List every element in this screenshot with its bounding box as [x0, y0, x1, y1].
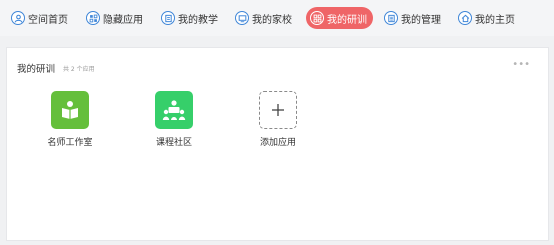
app-label: 课程社区 — [155, 138, 192, 148]
app-course-community[interactable]: 课程社区 — [142, 91, 206, 148]
person-icon — [11, 11, 25, 25]
grid-icon — [310, 11, 324, 25]
plus-icon — [259, 91, 297, 129]
monitor-icon — [235, 11, 249, 25]
panel-title: 我的研训 — [17, 64, 56, 75]
nav-item-label: 我的家校 — [252, 14, 292, 26]
teaching-icon — [161, 11, 175, 25]
nav-item-label: 隐藏应用 — [103, 14, 143, 26]
nav-item-my-teaching[interactable]: 我的教学 — [161, 7, 218, 29]
nav-item-hidden-apps[interactable]: 隐藏应用 — [86, 7, 143, 29]
nav-item-label: 我的管理 — [401, 14, 441, 26]
add-app-button[interactable]: 添加应用 — [246, 91, 310, 148]
home-icon — [458, 11, 472, 25]
nav-item-space-home[interactable]: 空间首页 — [11, 7, 68, 29]
app-teacher-studio[interactable]: 名师工作室 — [38, 91, 102, 148]
app-count: 共 2 个应用 — [63, 66, 95, 73]
top-navigation: 空间首页 隐藏应用 我的教学 我的家校 我的研训 我的管理 我的主页 — [0, 0, 554, 36]
app-label: 添加应用 — [259, 138, 296, 148]
course-community-icon — [155, 91, 193, 129]
nav-item-my-research[interactable]: 我的研训 — [306, 7, 373, 29]
nav-item-label: 空间首页 — [28, 14, 68, 26]
list-icon — [384, 11, 398, 25]
more-options-icon[interactable]: ••• — [512, 60, 530, 70]
research-apps-panel: 我的研训 共 2 个应用 ••• 名师工作室 课程社区 添加应用 — [6, 47, 549, 241]
nav-item-my-management[interactable]: 我的管理 — [384, 7, 441, 29]
app-label: 名师工作室 — [47, 138, 93, 148]
nav-item-label: 我的教学 — [178, 14, 218, 26]
nav-item-home-school[interactable]: 我的家校 — [235, 7, 292, 29]
nav-item-label: 我的研训 — [327, 14, 367, 26]
hidden-apps-icon — [86, 11, 100, 25]
teacher-studio-icon — [51, 91, 89, 129]
nav-item-my-homepage[interactable]: 我的主页 — [458, 7, 515, 29]
nav-item-label: 我的主页 — [475, 14, 515, 26]
